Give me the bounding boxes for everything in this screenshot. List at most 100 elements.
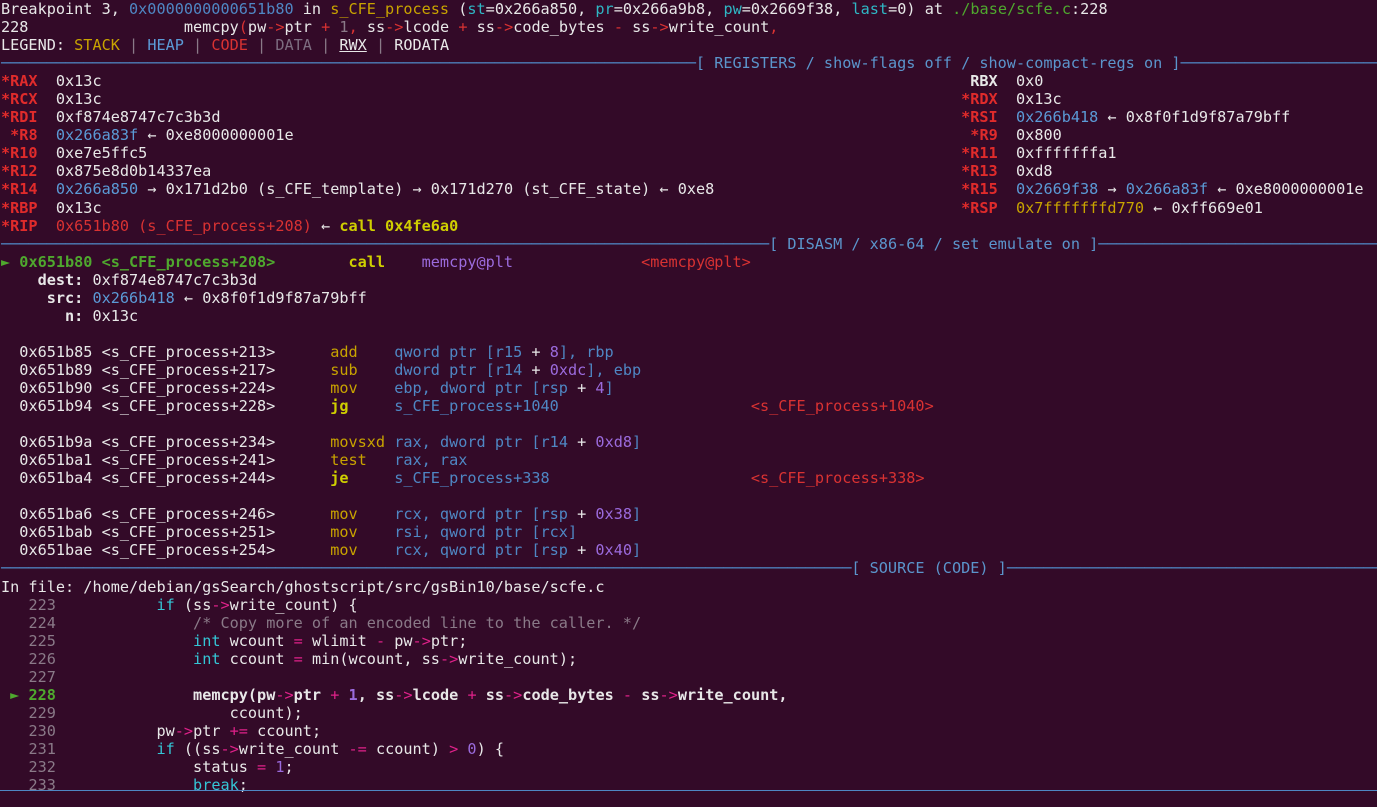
register-name-rcx: *RCX bbox=[1, 90, 38, 109]
reg-arrow-2: ← bbox=[650, 180, 678, 199]
register-right: *R15 0x2669f38 → 0x266a83f ← 0xe80000000… bbox=[961, 180, 1363, 198]
legend-line: LEGEND: STACK | HEAP | CODE | DATA | RWX… bbox=[0, 36, 1377, 54]
source-token-225-0 bbox=[83, 632, 193, 650]
echo-token-13: ss bbox=[467, 18, 495, 37]
echo-token-5: + bbox=[321, 18, 331, 37]
pad bbox=[1, 668, 28, 686]
register-value-r10: 0xe7e5ffc5 bbox=[55, 144, 148, 163]
legend-sep: | bbox=[119, 36, 148, 55]
disasm-address-0: 0x651b85 <s_CFE_process+213> bbox=[19, 342, 276, 361]
echo-token-14: -> bbox=[494, 18, 514, 37]
register-name-rdx: *RDX bbox=[961, 90, 998, 109]
echo-token-18: -> bbox=[650, 18, 669, 37]
register-row: *R14 0x266a850 → 0x171d2b0 (s_CFE_templa… bbox=[0, 180, 1377, 198]
legend-sep: | bbox=[247, 36, 276, 55]
register-chain-r14-2: 0xe8 bbox=[677, 180, 715, 199]
source-token-231-3: -> bbox=[220, 739, 239, 758]
reg-arrow-0: ← bbox=[1144, 198, 1172, 217]
disasm-operand-0-1: + bbox=[531, 342, 541, 361]
register-col-gap bbox=[147, 144, 961, 162]
source-token-230-0 bbox=[83, 722, 156, 740]
blank-row bbox=[0, 415, 1377, 433]
disasm-mnemonic-9: mov bbox=[330, 541, 358, 560]
disasm-address-4: 0x651b9a <s_CFE_process+234> bbox=[19, 433, 276, 452]
legend-sep: | bbox=[366, 36, 395, 55]
pad bbox=[275, 397, 330, 415]
disasm-operand-9-3: 0x40 bbox=[595, 541, 632, 560]
source-token-228-17: write_count, bbox=[677, 685, 788, 704]
register-row: *RBP 0x13c *RSP 0x7fffffffd770 ← 0xff669… bbox=[0, 199, 1377, 217]
arg-eq: = bbox=[888, 0, 898, 18]
register-left: *RBP 0x13c bbox=[1, 199, 102, 217]
pad bbox=[1, 433, 19, 451]
register-chain-r15-0: 0x266a83f bbox=[1125, 180, 1209, 199]
arg-eq: = bbox=[741, 0, 751, 18]
source-line-number-225: 225 bbox=[28, 631, 56, 650]
register-left: *RDI 0xf874e8747c7c3b3d bbox=[1, 108, 220, 126]
pad bbox=[275, 253, 348, 271]
register-name-rbx: RBX bbox=[961, 72, 998, 91]
disasm-operand-0-2 bbox=[541, 343, 550, 361]
pad bbox=[559, 397, 751, 415]
pad bbox=[56, 704, 83, 722]
source-line-number-232: 232 bbox=[28, 757, 56, 776]
blank-row bbox=[0, 325, 1377, 343]
reg-name-pad bbox=[1, 126, 10, 144]
register-name-rsi: *RSI bbox=[961, 108, 998, 127]
reg-gap bbox=[38, 199, 56, 217]
source-token-229-0: ccount); bbox=[83, 703, 303, 722]
pad bbox=[1, 469, 19, 487]
pad bbox=[1, 614, 28, 632]
source-token-226-2: ccount bbox=[220, 649, 294, 668]
register-value-r9: 0x800 bbox=[1016, 126, 1062, 145]
register-name-rax: *RAX bbox=[1, 72, 38, 91]
register-right: *R13 0xd8 bbox=[961, 162, 1052, 180]
source-token-231-10: ) { bbox=[476, 739, 505, 758]
register-col-gap bbox=[102, 90, 962, 108]
terminal-window: Breakpoint 3, 0x0000000000651b80 in s_CF… bbox=[0, 0, 1377, 807]
disasm-current-operands: memcpy@plt bbox=[421, 252, 514, 271]
registers-divider-title: [ REGISTERS / show-flags off / show-comp… bbox=[695, 54, 1181, 73]
pad bbox=[1, 650, 28, 668]
disasm-mnemonic-6: je bbox=[330, 469, 349, 488]
register-value-rip: 0x651b80 (s_CFE_process+208) bbox=[55, 216, 312, 235]
source-line-row: 232 status = 1; bbox=[0, 758, 1377, 776]
call-arg-value-1: 0x266b418 bbox=[92, 288, 175, 307]
arg-name-last: last bbox=[851, 0, 889, 18]
source-token-226-6: write_count); bbox=[458, 649, 578, 668]
register-name-r13: *R13 bbox=[961, 162, 998, 181]
disasm-operand-4-4: ] bbox=[632, 433, 642, 452]
source-token-232-3: 1 bbox=[275, 757, 285, 776]
register-right: *R9 0x800 bbox=[961, 126, 1062, 145]
disasm-operand-7-4: ] bbox=[631, 505, 642, 524]
disasm-operand-7-1: + bbox=[577, 505, 587, 524]
reg-arrow-0: ← bbox=[1098, 108, 1126, 127]
source-token-228-9: lcode bbox=[412, 685, 468, 704]
source-token-232-2 bbox=[266, 758, 275, 776]
disasm-instruction-row: 0x651b90 <s_CFE_process+224> mov ebp, dw… bbox=[0, 379, 1377, 397]
source-file-label: In file: bbox=[1, 577, 84, 596]
source-line-row: 226 int ccount = min(wcount, ss->write_c… bbox=[0, 650, 1377, 668]
pad bbox=[56, 650, 83, 668]
register-col-gap bbox=[211, 162, 961, 180]
source-line-row: 224 /* Copy more of an encoded line to t… bbox=[0, 614, 1377, 632]
source-token-228-8: -> bbox=[394, 685, 413, 704]
disasm-operand-0-0: qword ptr [r15 bbox=[394, 342, 532, 361]
disasm-operand-1-4: ], ebp bbox=[586, 360, 642, 379]
register-name-rbp: *RBP bbox=[1, 198, 38, 217]
source-current-marker-icon: ► bbox=[1, 685, 29, 704]
register-name-r14: *R14 bbox=[1, 180, 38, 199]
source-file-line: 228 bbox=[1080, 0, 1108, 18]
source-line-number-227: 227 bbox=[28, 667, 56, 686]
disasm-operand-1-1: + bbox=[531, 360, 541, 379]
source-token-231-6: ccount) bbox=[366, 739, 450, 758]
arg-value-st: 0x266a850 bbox=[494, 0, 578, 18]
pad bbox=[1, 596, 28, 614]
pad bbox=[1, 379, 19, 397]
echo-token-19: write_count bbox=[668, 18, 770, 37]
source-token-228-15: ss bbox=[632, 685, 660, 704]
source-line-number-230: 230 bbox=[28, 721, 56, 740]
register-value-r8: 0x266a83f bbox=[55, 126, 139, 145]
register-row: *R8 0x266a83f ← 0xe8000000001e *R9 0x800 bbox=[0, 126, 1377, 144]
arg-value-pw: 0x2669f38 bbox=[750, 0, 834, 18]
